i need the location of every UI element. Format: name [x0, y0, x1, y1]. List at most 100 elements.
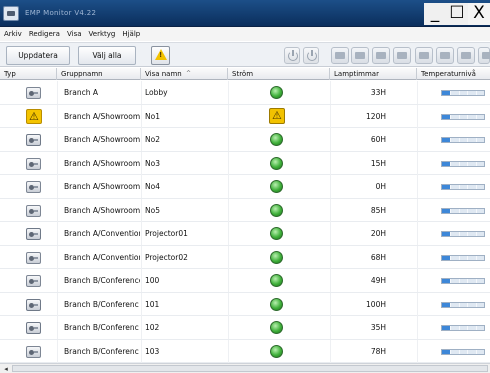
lamp-hours-cell: 35H [370, 323, 386, 332]
column-lamp-hours[interactable]: Lamptimmar [330, 68, 417, 80]
temperature-level-bar [441, 301, 485, 308]
input-source-button-3[interactable] [372, 47, 390, 64]
column-divider [228, 269, 229, 292]
menu-help[interactable]: Hjälp [122, 30, 140, 38]
maximize-button[interactable]: ☐ [446, 3, 468, 25]
column-power[interactable]: Ström [228, 68, 330, 80]
temperature-segment [475, 255, 477, 260]
temperature-segment [450, 232, 452, 236]
input-source-button-7[interactable] [457, 47, 475, 64]
table-row[interactable]: Branch B/Conferenc 103 78H [0, 339, 490, 363]
input-source-button-1[interactable] [331, 47, 349, 64]
table-row[interactable]: Branch B/Conference 100 49H [0, 269, 490, 293]
column-divider [57, 81, 58, 104]
column-group-name[interactable]: Gruppnamn [57, 68, 141, 80]
column-divider [417, 81, 418, 104]
temperature-level-bar [441, 325, 485, 331]
projector-icon [26, 157, 41, 170]
column-divider [417, 269, 418, 292]
column-divider [141, 128, 142, 151]
group-name-cell: Branch A/Conventior [64, 252, 140, 262]
power-off-button[interactable] [284, 47, 300, 64]
table-row[interactable]: Branch A/Showroom/No5 85H [0, 198, 490, 222]
input-source-button-5[interactable] [415, 47, 433, 64]
group-name-cell: Branch A/Showroom/ [64, 205, 140, 215]
temperature-level-fill [442, 114, 451, 119]
column-divider [228, 175, 229, 198]
temperature-level-bar [441, 278, 485, 284]
table-row[interactable]: Branch A/Conventior Projector01 20H [0, 222, 490, 246]
projector-icon [26, 181, 41, 193]
temperature-level-bar [441, 207, 485, 214]
temperature-segment [475, 349, 477, 354]
table-row[interactable]: Branch A/Showroom/No2 60H [0, 128, 490, 152]
lamp-hours-cell: 15H [370, 158, 386, 168]
projector-icon [26, 251, 41, 264]
power-on-button[interactable] [303, 47, 319, 64]
close-button[interactable]: X [468, 3, 490, 25]
column-temperature[interactable]: Temperaturnivå [417, 68, 490, 80]
table-row[interactable]: Branch A/Showroom/No1 120H [0, 104, 490, 128]
display-name-cell: No1 [145, 111, 160, 121]
group-name-cell: Branch B/Conference [64, 276, 140, 285]
column-divider [417, 222, 418, 245]
table-row[interactable]: Branch A Lobby 33H [0, 81, 490, 105]
temperature-segment [458, 232, 460, 236]
menu-tools[interactable]: Verktyg [89, 30, 116, 38]
column-display-name[interactable]: Visa namn ^ [141, 68, 228, 80]
temperature-level-fill [442, 302, 451, 307]
menu-view[interactable]: Visa [67, 30, 82, 38]
lamp-hours-cell: 49H [370, 276, 386, 285]
temperature-segment [450, 349, 452, 354]
column-divider [141, 198, 142, 222]
temperature-level-fill [442, 185, 451, 189]
lamp-hours-cell: 60H [370, 135, 386, 144]
temperature-segment [458, 302, 460, 307]
refresh-button[interactable]: Uppdatera [6, 46, 70, 65]
temperature-level-bar [441, 254, 485, 261]
column-display-name-label: Visa namn [145, 70, 182, 78]
network-projector-icon [26, 322, 41, 334]
table-row[interactable]: Branch B/Conferenc 101 100H [0, 292, 490, 316]
temperature-segment [475, 208, 477, 213]
menu-edit[interactable]: Redigera [29, 30, 60, 38]
column-divider [417, 175, 418, 198]
scroll-left-icon[interactable]: ◂ [1, 365, 11, 373]
table-row[interactable]: Branch B/Conferenc 102 35H [0, 316, 490, 340]
input-source-button-2[interactable] [351, 47, 369, 64]
power-on-status-icon [270, 86, 283, 99]
warning-icon [26, 108, 42, 124]
network-projector-icon [26, 298, 41, 311]
column-divider [141, 339, 142, 363]
table-row[interactable]: Branch A/Showroom/No3 15H [0, 151, 490, 175]
power-on-status-icon [270, 321, 283, 334]
column-type[interactable]: Typ [0, 68, 57, 80]
temperature-segment [467, 208, 469, 213]
display-name-cell: No4 [145, 182, 160, 191]
input-source-button-4[interactable] [393, 47, 411, 64]
select-all-button[interactable]: Välj alla [78, 46, 136, 65]
temperature-level-bar [441, 160, 485, 167]
power-on-status-icon [270, 297, 283, 311]
projector-icon [26, 204, 41, 217]
scroll-thumb[interactable] [12, 365, 488, 372]
minimize-button[interactable]: _ [424, 3, 446, 25]
temperature-segment [467, 255, 469, 260]
power-on-status-icon [270, 250, 283, 264]
table-row[interactable]: Branch A/Showroom No4 0H [0, 175, 490, 199]
temperature-level-bar [441, 231, 485, 237]
temperature-segment [475, 279, 477, 283]
warning-filter-button[interactable] [151, 46, 170, 65]
column-divider [417, 198, 418, 222]
input-source-button-8[interactable] [478, 47, 490, 64]
horizontal-scrollbar[interactable]: ◂ [0, 363, 490, 373]
table-row[interactable]: Branch A/Conventior Projector02 68H [0, 245, 490, 269]
input-source-button-6[interactable] [436, 47, 454, 64]
column-divider [228, 292, 229, 316]
window-controls: _ ☐ X [424, 3, 490, 25]
group-name-cell: Branch B/Conferenc [64, 323, 139, 332]
temperature-level-fill [442, 326, 451, 330]
power-on-status-icon [270, 180, 283, 193]
column-divider [228, 222, 229, 245]
menu-file[interactable]: Arkiv [4, 30, 22, 38]
